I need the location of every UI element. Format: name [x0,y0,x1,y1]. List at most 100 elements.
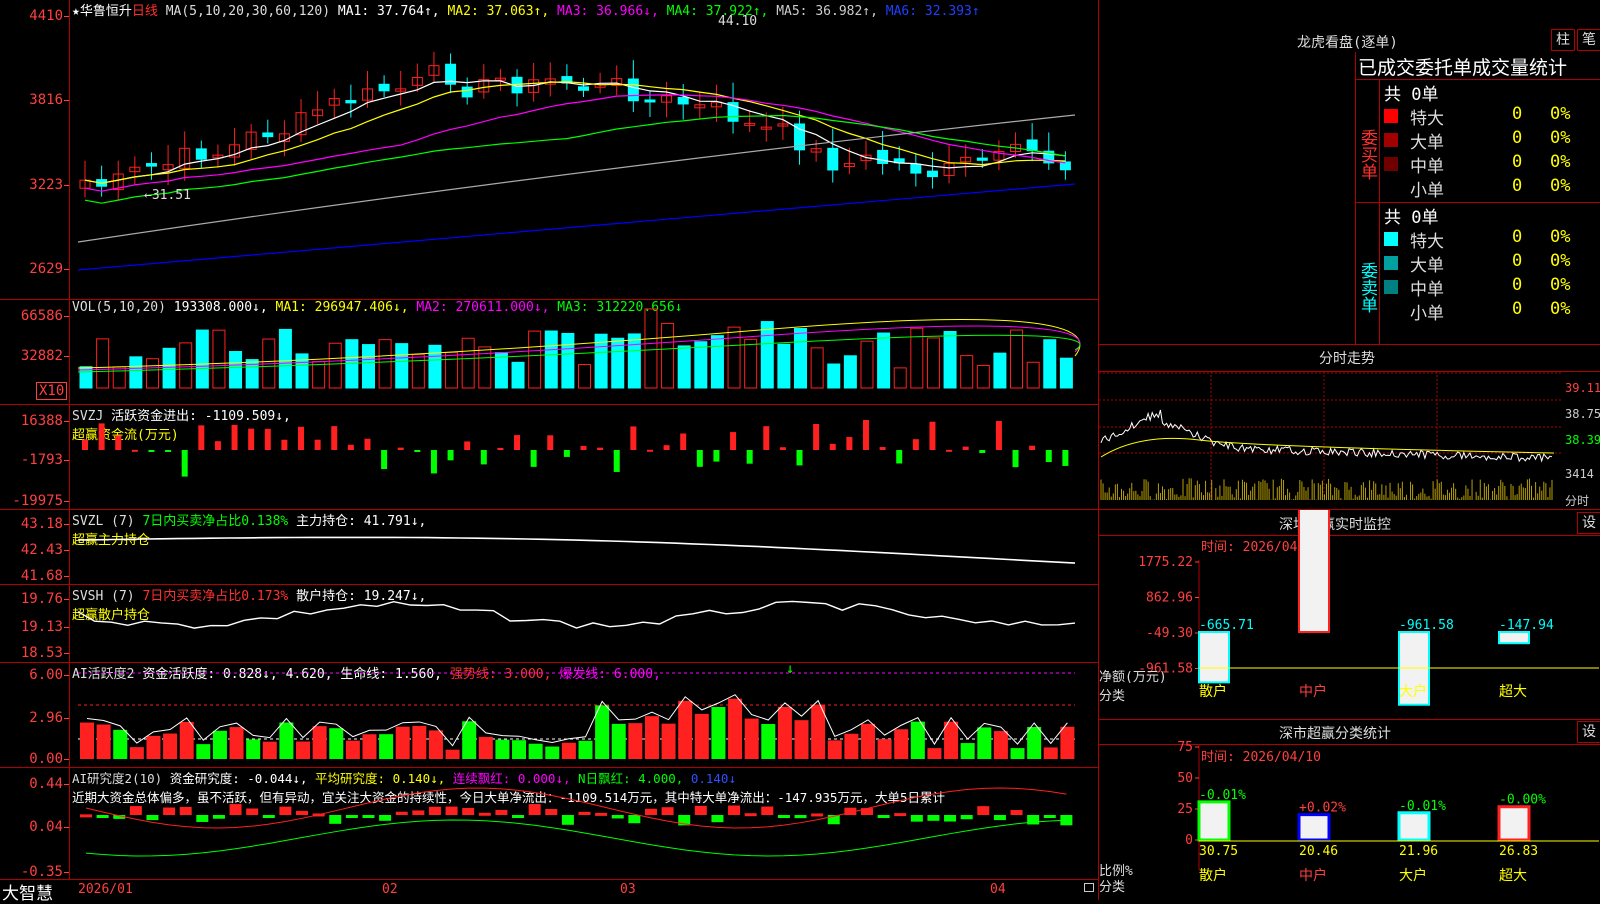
sz-monitor-chart: 1775.22862.96-49.30-961.58-665.71散户1775.… [1138,510,1599,706]
order-pct: 0% [1550,152,1571,172]
volume-bar [744,338,758,389]
intraday-panel[interactable]: 分时走势 39.11 38.75 38.39 3414 分时 [1098,345,1600,510]
ai-activity-pane[interactable]: 6.00 2.96 0.00 AI活跃度2 资金活跃度: 0.828↓, 4.6… [0,661,1098,768]
order-size-label: 中单 [1410,157,1444,177]
candle-body [145,163,157,167]
svzj-bar [131,449,138,452]
sz-class-value: 26.83 [1499,844,1538,859]
research-bar [694,805,707,815]
sz-class-bar [1197,800,1231,842]
research-bar [478,812,491,816]
svzj-bar [1045,450,1052,463]
svzj-bar [979,450,986,453]
research-bar [362,815,375,818]
svzj-pane[interactable]: 16388 -1793 -19975 SVZJ 活跃资金进出: -1109.50… [0,405,1098,510]
order-count: 0 [1512,275,1523,295]
research-bar [512,815,525,818]
activity-bar [113,729,128,759]
svzj-bar [696,450,703,467]
activity-bar [761,724,776,759]
candle-body [926,170,938,178]
sz-class-chart: 75 50 25 0 -0.01% 30.75 散户 +0.02% 20.46 中户 -0.01% 2… [1177,740,1599,884]
svzj-bar [347,444,354,450]
volume-bar [129,356,143,389]
svzj-bar [713,450,720,462]
candle-body [378,83,390,92]
volume-bar [627,333,641,389]
research-bar [910,815,923,822]
order-row: 大单 0 0% [1382,128,1597,153]
candle-body [578,86,589,91]
sz-class-change: -0.00% [1499,793,1546,808]
sz-monitor-value: -147.94 [1499,618,1554,633]
activity-bar [412,725,427,759]
volume-bar [710,335,724,389]
activity-bar [279,722,294,759]
ma-line [84,114,1066,204]
longhu-tab-header[interactable]: 已成交委托单成交量统计 [1358,53,1567,80]
research-bar [728,805,741,815]
svzj-bar [364,438,371,450]
activity-bar [379,734,394,759]
sz-monitor-ylabel: 净额(万元) [1099,670,1167,685]
ai-research-pane[interactable]: 0.44 0.04 -0.35 AI研究度2(10) 资金研究度: -0.044… [0,768,1098,880]
research-bar [329,815,342,824]
svsh-pane[interactable]: 19.76 19.13 18.53 SVSH (7) 7日内买卖净占比0.173… [0,585,1098,663]
svzj-bar [397,447,404,450]
volume-bar [378,339,392,389]
candle-body [910,163,922,174]
svzj-bar [796,450,803,466]
svzj-bar [630,426,637,450]
bar-view-button[interactable]: 柱 [1551,29,1575,51]
sz-class-category: 超大 [1499,868,1527,884]
buy-total: 共 0单 [1384,85,1439,105]
sz-class-bar [1397,811,1431,842]
svzj-bar [98,423,105,450]
volume-bar [96,338,110,389]
volume-bar [312,361,326,389]
candle-body [976,157,988,161]
order-row: 中单 0 0% [1382,275,1597,300]
volume-bar [777,343,791,389]
sz-monitor-panel: 深圳超赢实时监控 设 时间: 2026/04/10 1775.22 862.96-… [1098,510,1600,720]
brand-logo: 大智慧 [2,884,53,904]
research-bar [561,815,574,825]
volume-bar [860,340,874,389]
svzj-bar [563,450,570,457]
volume-bar [278,328,292,389]
svzl-pane[interactable]: 43.18 42.43 41.68 SVZL (7) 7日内买卖净占比0.138… [0,510,1098,585]
intraday-tick: 39.11 [1565,381,1600,395]
order-count: 0 [1512,227,1523,247]
svzj-bar [746,450,753,464]
volume-pane[interactable]: 66586 32882 X10 VOL(5,10,20) 193308.000↓… [0,300,1098,405]
candlestick-chart[interactable] [0,0,1098,300]
activity-bar [977,727,992,759]
kline-pane[interactable]: 4410 3816 3223 2629 ★华鲁恒升日线 MA(5,10,20,3… [0,0,1098,300]
svzj-bar [82,439,88,450]
activity-bar [927,748,942,759]
svzj-bar [1062,450,1069,466]
volume-bar [760,321,774,389]
volume-bar [195,329,209,389]
tick-view-button[interactable]: 笔 [1577,29,1600,51]
lock-icon[interactable] [1084,883,1094,892]
sell-order-label: 委卖单 [1356,202,1380,345]
research-bar [279,806,292,815]
volume-bar [960,355,974,389]
sz-class-bar [1297,813,1331,842]
sz-class-change: -0.01% [1199,788,1246,803]
svzj-bar [680,433,687,450]
svzj-bar [646,449,653,452]
sz-monitor-xlabel: 分类 [1099,689,1126,704]
ma-line [84,94,1066,192]
svzj-bar [430,450,437,474]
svzj-bar [414,450,421,452]
research-bar [811,813,824,817]
sz-class-value: 30.75 [1199,844,1238,859]
candle-body [677,97,689,105]
svzj-bar [813,424,820,450]
activity-bar [512,740,527,759]
activity-bar [944,721,959,759]
svzj-bar [264,428,271,450]
intraday-tick: 38.75 [1565,407,1600,421]
